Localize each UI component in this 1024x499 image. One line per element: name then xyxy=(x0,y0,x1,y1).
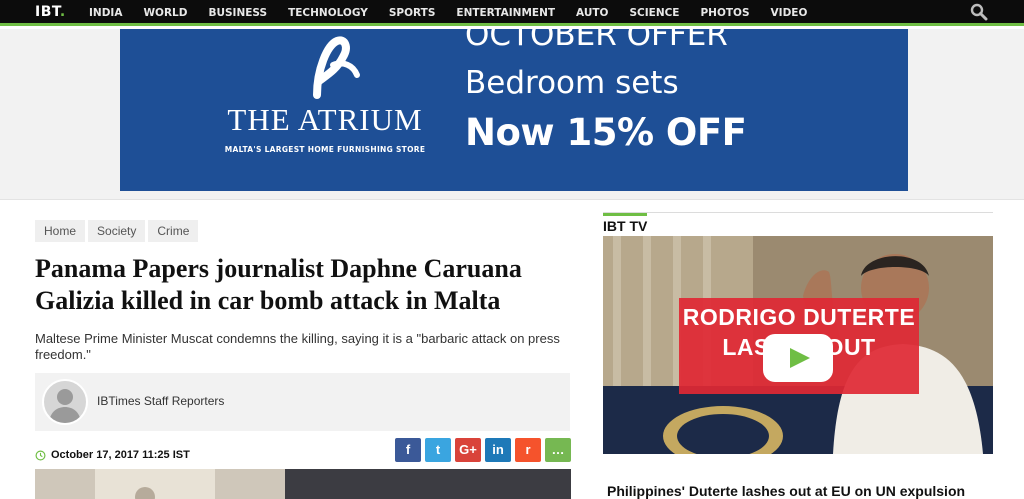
sidebar-rule xyxy=(603,212,993,213)
play-icon xyxy=(790,348,810,368)
nav-item-photos[interactable]: PHOTOS xyxy=(700,0,749,26)
author-box: IBTimes Staff Reporters xyxy=(35,373,570,431)
ad-offer-title: OCTOBER OFFER xyxy=(465,29,728,53)
facebook-icon: f xyxy=(405,442,411,457)
author-name[interactable]: IBTimes Staff Reporters xyxy=(97,394,224,408)
article-headline: Panama Papers journalist Daphne Caruana … xyxy=(35,254,522,315)
nav-item-india[interactable]: INDIA xyxy=(89,0,122,26)
nav-item-entertainment[interactable]: ENTERTAINMENT xyxy=(456,0,555,26)
publish-date: October 17, 2017 11:25 IST xyxy=(35,448,190,462)
atrium-logo-icon xyxy=(313,36,360,99)
breadcrumb-society[interactable]: Society xyxy=(88,220,149,242)
sidebar-section-title: IBT TV xyxy=(603,213,648,234)
video-title-line-1: RODRIGO DUTERTE xyxy=(682,304,916,330)
article-photo xyxy=(35,469,571,499)
reddit-share-button[interactable]: r xyxy=(515,438,541,462)
nav-item-auto[interactable]: AUTO xyxy=(576,0,608,26)
section-divider xyxy=(0,199,1024,200)
video-player[interactable]: RODRIGO DUTERTE LASHES OUT xyxy=(603,236,993,454)
ad-offer-discount: Now 15% OFF xyxy=(465,111,747,154)
twitter-share-button[interactable]: t xyxy=(425,438,451,462)
nav-item-technology[interactable]: TECHNOLOGY xyxy=(288,0,368,26)
ad-brand-name: THE ATRIUM xyxy=(227,102,423,137)
avatar[interactable] xyxy=(42,379,88,425)
site-logo[interactable]: IBT. xyxy=(35,4,66,20)
breadcrumb: Home Society Crime xyxy=(35,220,199,242)
breadcrumb-home[interactable]: Home xyxy=(35,220,89,242)
top-navigation-bar: IBT. INDIA WORLD BUSINESS TECHNOLOGY SPO… xyxy=(0,0,1024,26)
breadcrumb-crime[interactable]: Crime xyxy=(148,220,198,242)
linkedin-share-button[interactable]: in xyxy=(485,438,511,462)
logo-text: IBT xyxy=(35,4,60,20)
nav-item-sports[interactable]: SPORTS xyxy=(389,0,436,26)
nav-item-science[interactable]: SCIENCE xyxy=(629,0,679,26)
nav-menu: INDIA WORLD BUSINESS TECHNOLOGY SPORTS E… xyxy=(89,0,828,26)
linkedin-icon: in xyxy=(492,442,504,457)
user-silhouette-icon xyxy=(49,389,81,423)
nav-item-world[interactable]: WORLD xyxy=(143,0,187,26)
reddit-icon: r xyxy=(525,442,531,457)
comment-icon: … xyxy=(551,442,565,457)
advertisement-banner[interactable]: THE ATRIUM MALTA'S LARGEST HOME FURNISHI… xyxy=(120,29,908,191)
twitter-icon: t xyxy=(435,442,441,457)
google-plus-icon: G+ xyxy=(459,442,477,457)
nav-item-business[interactable]: BUSINESS xyxy=(208,0,267,26)
article-summary: Maltese Prime Minister Muscat condemns t… xyxy=(35,331,560,362)
video-caption-link[interactable]: Philippines' Duterte lashes out at EU on… xyxy=(607,483,997,499)
nav-item-video[interactable]: VIDEO xyxy=(771,0,808,26)
google-plus-share-button[interactable]: G+ xyxy=(455,438,481,462)
comment-button[interactable]: … xyxy=(545,438,571,462)
facebook-share-button[interactable]: f xyxy=(395,438,421,462)
publish-date-text: October 17, 2017 11:25 IST xyxy=(51,449,190,461)
ad-offer-product: Bedroom sets xyxy=(465,65,679,101)
play-button[interactable] xyxy=(763,334,833,382)
logo-dot: . xyxy=(59,4,66,20)
article-main-image[interactable] xyxy=(35,469,571,499)
search-icon[interactable] xyxy=(970,3,988,21)
share-buttons: f t G+ in r … xyxy=(395,438,575,462)
clock-icon xyxy=(35,450,46,460)
ad-tagline: MALTA'S LARGEST HOME FURNISHING STORE xyxy=(224,145,426,154)
